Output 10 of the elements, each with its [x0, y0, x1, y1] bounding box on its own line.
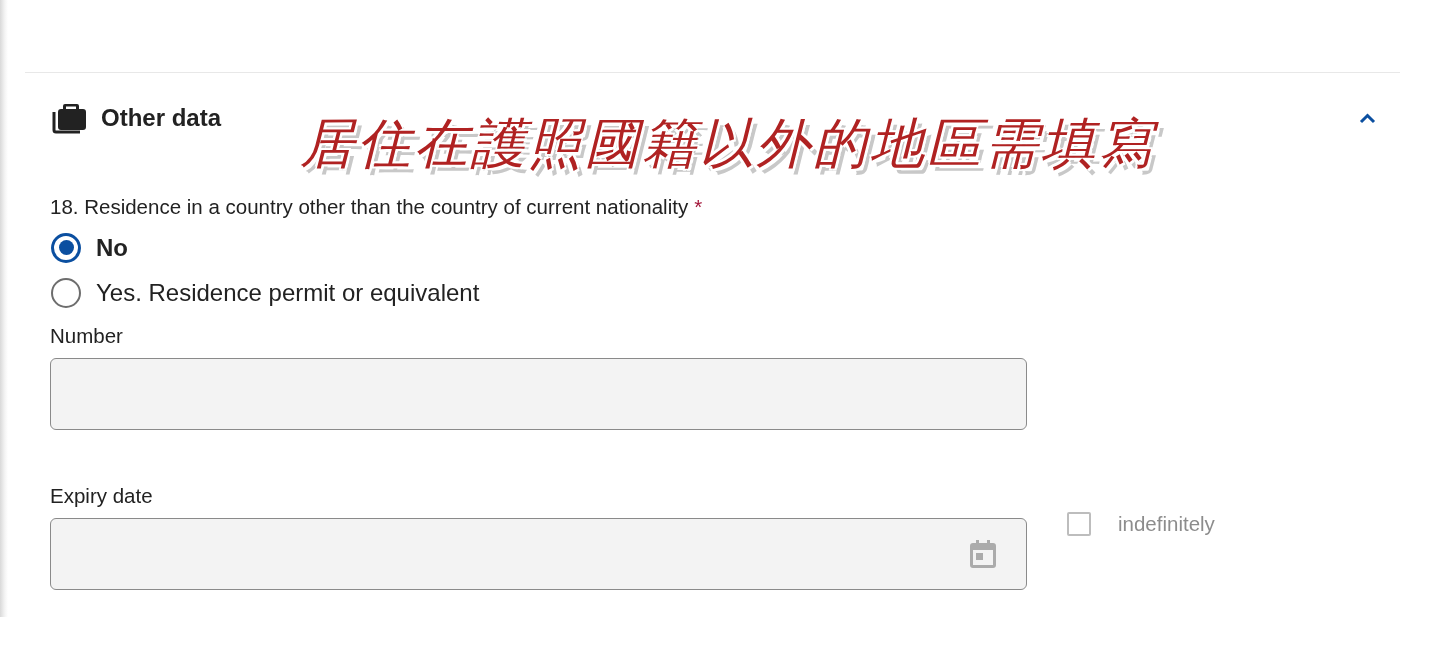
- radio-label[interactable]: Yes. Residence permit or equivalent: [96, 278, 480, 307]
- radio-label[interactable]: No: [96, 233, 128, 262]
- section-title: Other data: [101, 104, 222, 132]
- question-label: 18. Residence in a country other than the country of current nationality *: [49, 195, 704, 219]
- field-label: Expiry date: [50, 484, 154, 508]
- chevron-up-icon[interactable]: [1359, 112, 1376, 124]
- briefcase-icon: [52, 102, 86, 134]
- radio-button-selected[interactable]: [51, 232, 81, 263]
- field-label: Number: [50, 324, 124, 348]
- radio-button[interactable]: [51, 277, 81, 308]
